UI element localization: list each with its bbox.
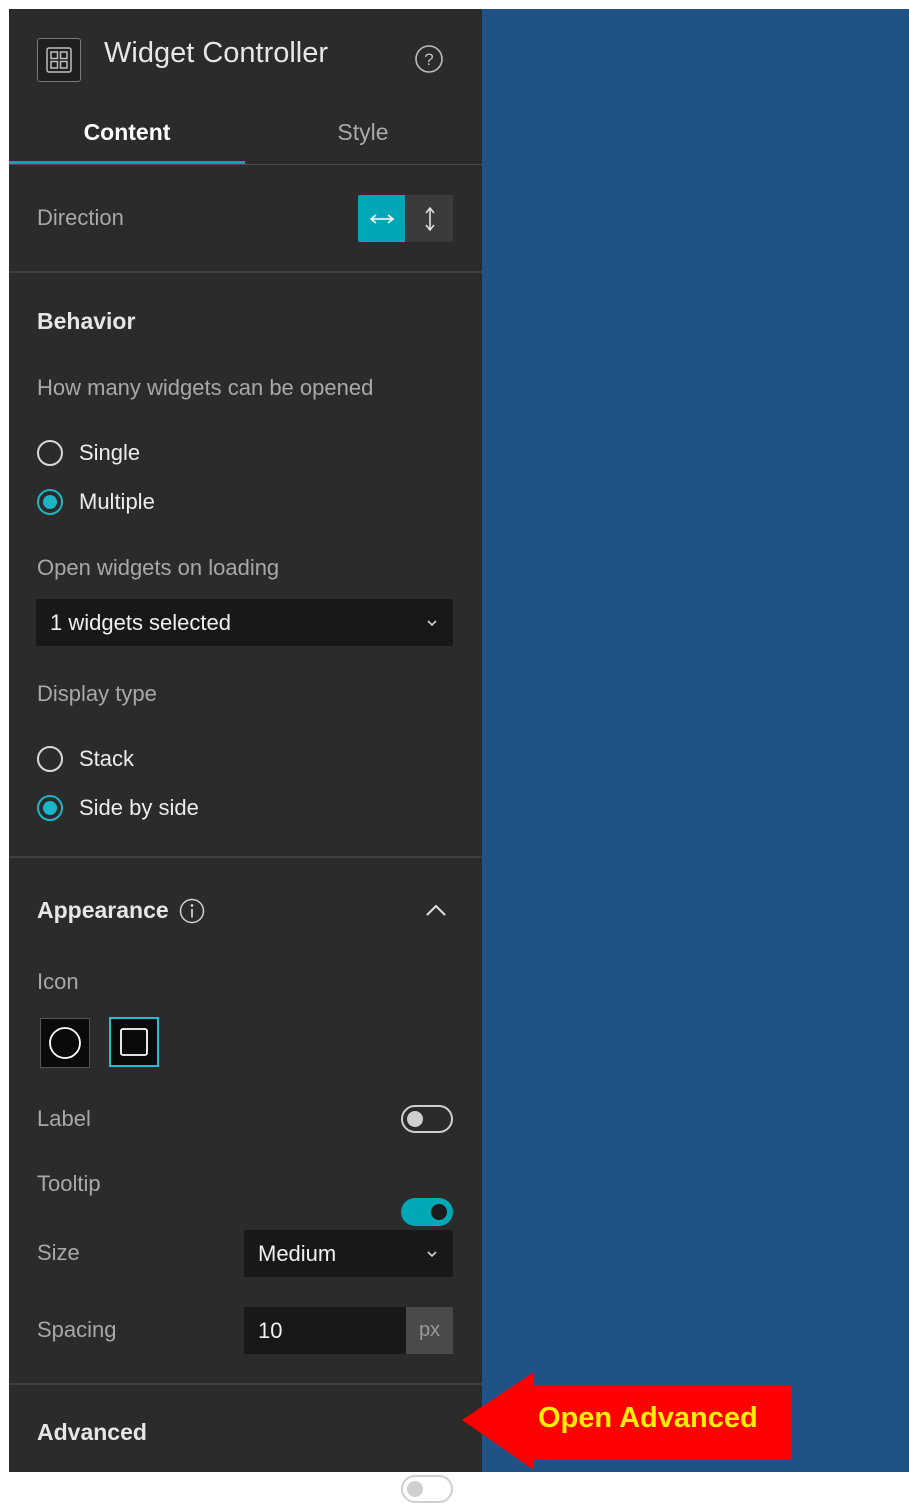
radio-button[interactable]	[37, 489, 63, 515]
chevron-up-icon[interactable]	[424, 902, 448, 918]
section-divider	[9, 271, 482, 273]
callout-text: Open Advanced	[538, 1402, 758, 1434]
label-toggle-label: Label	[37, 1106, 91, 1131]
select-value: Medium	[258, 1240, 337, 1266]
size-label: Size	[37, 1240, 80, 1265]
chevron-down-icon	[427, 619, 437, 626]
settings-panel: Widget Controller ? Content Style Direct…	[9, 9, 482, 1503]
tooltip-toggle[interactable]	[401, 1198, 453, 1226]
advanced-toggle[interactable]	[401, 1475, 453, 1503]
chevron-down-icon	[427, 1250, 437, 1257]
square-icon	[120, 1028, 148, 1056]
open-count-label: How many widgets can be opened	[37, 375, 374, 400]
widget-controller-icon	[37, 38, 81, 82]
spacing-input[interactable]: 10	[244, 1307, 406, 1354]
select-value: 1 widgets selected	[50, 609, 231, 635]
radio-single[interactable]: Single	[37, 440, 140, 466]
radio-label: Single	[79, 440, 141, 465]
appearance-heading: Appearance	[37, 897, 169, 923]
tab-style[interactable]: Style	[245, 119, 481, 146]
tooltip-toggle-label: Tooltip	[37, 1171, 101, 1196]
direction-horizontal-button[interactable]	[358, 195, 405, 242]
label-toggle[interactable]	[401, 1105, 453, 1133]
open-widgets-select[interactable]: 1 widgets selected	[36, 599, 453, 646]
vertical-arrows-icon	[424, 206, 435, 231]
section-divider	[9, 1383, 482, 1385]
appearance-header[interactable]: Appearance	[37, 897, 205, 924]
icon-shape-square-option[interactable]	[109, 1017, 159, 1067]
open-advanced-callout: Open Advanced	[458, 1370, 798, 1472]
spacing-label: Spacing	[37, 1317, 117, 1342]
radio-button[interactable]	[37, 795, 63, 821]
svg-text:?: ?	[424, 50, 433, 69]
tab-content[interactable]: Content	[9, 119, 245, 146]
horizontal-arrows-icon	[369, 213, 394, 224]
radio-button[interactable]	[37, 440, 63, 466]
display-type-label: Display type	[37, 681, 157, 706]
icon-label: Icon	[37, 969, 79, 994]
radio-side-by-side[interactable]: Side by side	[37, 795, 199, 821]
direction-label: Direction	[37, 205, 124, 230]
circle-icon	[49, 1027, 81, 1059]
radio-button[interactable]	[37, 746, 63, 772]
section-divider	[9, 856, 482, 858]
active-tab-indicator	[9, 161, 245, 164]
spacing-unit: px	[406, 1307, 453, 1354]
info-icon[interactable]	[179, 898, 205, 924]
radio-label: Side by side	[79, 795, 199, 820]
size-select[interactable]: Medium	[244, 1230, 453, 1277]
help-icon[interactable]: ?	[414, 44, 444, 74]
direction-toggle-group	[358, 195, 453, 242]
direction-vertical-button[interactable]	[405, 195, 453, 242]
behavior-heading: Behavior	[37, 308, 136, 334]
map-canvas	[482, 9, 909, 1472]
panel-title: Widget Controller	[104, 37, 329, 69]
open-on-loading-label: Open widgets on loading	[37, 555, 280, 580]
tab-divider	[9, 164, 482, 165]
radio-stack[interactable]: Stack	[37, 746, 134, 772]
icon-shape-circle-option[interactable]	[40, 1018, 90, 1068]
radio-label: Stack	[79, 746, 135, 771]
radio-multiple[interactable]: Multiple	[37, 489, 155, 515]
radio-label: Multiple	[79, 489, 155, 514]
advanced-heading: Advanced	[37, 1419, 147, 1445]
